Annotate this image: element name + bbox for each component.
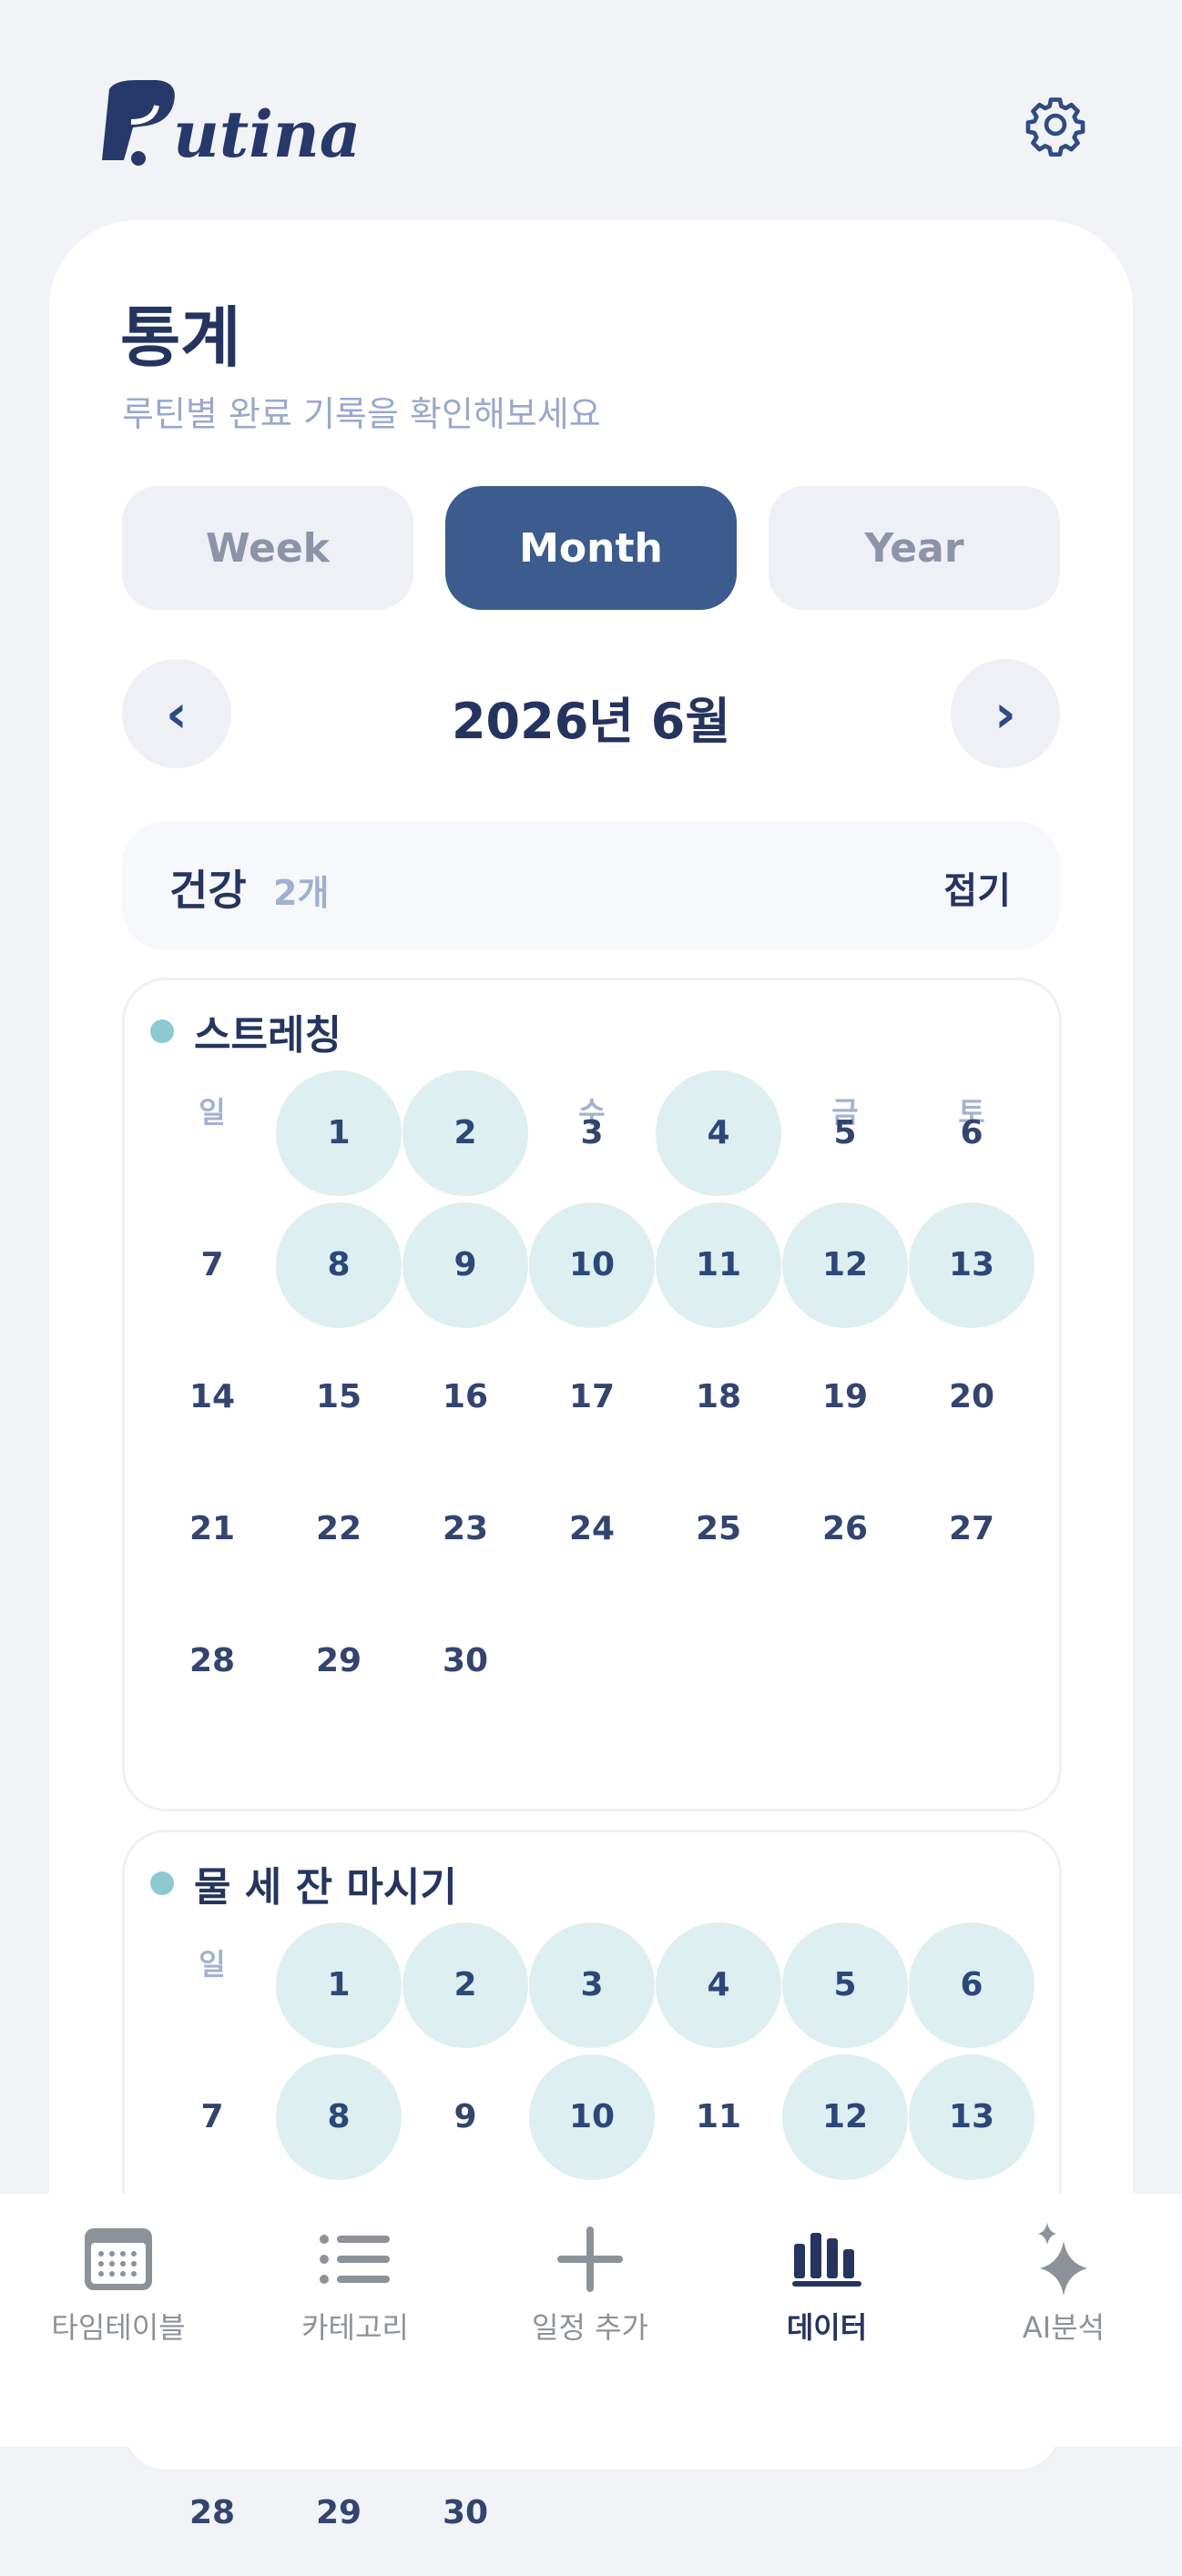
nav-category[interactable]: 카테고리	[264, 2219, 446, 2347]
next-month-button[interactable]: ›	[951, 659, 1060, 768]
tab-week[interactable]: Week	[122, 486, 413, 610]
calendar-day-completed[interactable]: 13	[909, 1202, 1034, 1328]
routine-color-dot	[150, 1019, 174, 1043]
routine-header: 물 세 잔 마시기	[150, 1854, 457, 1912]
calendar-day[interactable]: 11	[656, 2054, 781, 2180]
category-count: 2개	[273, 873, 330, 913]
svg-text:utina: utina	[173, 96, 361, 172]
list-icon	[320, 2235, 390, 2284]
nav-data[interactable]: 데이터	[736, 2219, 918, 2347]
routine-calendar: 스트레칭 일월화수목금토1234567891011121314151617181…	[122, 978, 1062, 1811]
settings-button[interactable]	[1022, 91, 1089, 158]
calendar-day[interactable]: 15	[276, 1334, 402, 1460]
calendar-day[interactable]: 16	[402, 1334, 528, 1460]
sparkle-icon	[1038, 2223, 1087, 2296]
weekday-label: 일	[199, 1095, 226, 1130]
calendar-grid-icon	[85, 2228, 152, 2290]
calendar-day-completed[interactable]: 10	[529, 2054, 655, 2180]
routine-name: 물 세 잔 마시기	[194, 1864, 457, 1911]
calendar-day[interactable]: 6	[909, 1070, 1034, 1196]
nav-label: 카테고리	[301, 2310, 409, 2345]
page-title: 통계	[120, 299, 241, 376]
calendar-day[interactable]: 30	[402, 2450, 528, 2576]
calendar-day[interactable]: 22	[276, 1466, 402, 1592]
calendar-day-completed[interactable]: 10	[529, 1202, 655, 1328]
calendar-day[interactable]: 29	[276, 2450, 402, 2576]
calendar-day[interactable]: 21	[149, 1466, 275, 1592]
tab-month[interactable]: Month	[445, 486, 737, 610]
calendar-day[interactable]: 14	[149, 1334, 275, 1460]
nav-add-schedule[interactable]: 일정 추가	[499, 2219, 681, 2347]
calendar-day-completed[interactable]: 4	[656, 1922, 781, 2048]
stats-panel: 통계 루틴별 완료 기록을 확인해보세요 Week Month Year ‹ 2…	[49, 220, 1133, 2531]
app-logo: utina	[97, 73, 388, 177]
calendar-day[interactable]: 25	[656, 1466, 781, 1592]
routine-header: 스트레칭	[150, 1002, 341, 1060]
calendar-day-completed[interactable]: 1	[276, 1070, 402, 1196]
calendar-day[interactable]: 5	[782, 1070, 908, 1196]
calendar-day[interactable]: 28	[149, 1598, 275, 1724]
calendar-day-completed[interactable]: 13	[909, 2054, 1034, 2180]
calendar-day[interactable]: 19	[782, 1334, 908, 1460]
calendar-day[interactable]: 26	[782, 1466, 908, 1592]
bottom-navigation: 타임테이블 카테고리 일정 추가 데이터 AI분석	[0, 2194, 1182, 2447]
bar-chart-icon	[792, 2233, 861, 2287]
calendar-day-completed[interactable]: 4	[656, 1070, 781, 1196]
gear-icon	[1025, 97, 1085, 157]
calendar-day-completed[interactable]: 12	[782, 1202, 908, 1328]
calendar-day-completed[interactable]: 9	[402, 1202, 528, 1328]
calendar-day[interactable]: 17	[529, 1334, 655, 1460]
calendar-day-completed[interactable]: 8	[276, 2054, 402, 2180]
calendar-day[interactable]: 20	[909, 1334, 1034, 1460]
calendar-day-completed[interactable]: 2	[402, 1922, 528, 2048]
page-subtitle: 루틴별 완료 기록을 확인해보세요	[122, 394, 601, 434]
calendar-day[interactable]: 27	[909, 1466, 1034, 1592]
routine-color-dot	[150, 1871, 174, 1895]
calendar-day[interactable]: 23	[402, 1466, 528, 1592]
calendar-day-completed[interactable]: 5	[782, 1922, 908, 2048]
calendar-day-completed[interactable]: 1	[276, 1922, 402, 2048]
category-header: 건강 2개 접기	[122, 821, 1060, 950]
calendar-day-completed[interactable]: 2	[402, 1070, 528, 1196]
calendar-day[interactable]: 18	[656, 1334, 781, 1460]
plus-icon	[557, 2226, 623, 2292]
calendar-day-completed[interactable]: 8	[276, 1202, 402, 1328]
collapse-button[interactable]: 접기	[943, 861, 1011, 914]
calendar-day-completed[interactable]: 3	[529, 1922, 655, 2048]
nav-ai-analysis[interactable]: AI분석	[973, 2219, 1155, 2347]
category-name: 건강	[169, 866, 247, 915]
nav-timetable[interactable]: 타임테이블	[27, 2219, 209, 2347]
calendar-day[interactable]: 7	[149, 1202, 275, 1328]
calendar-day-completed[interactable]: 12	[782, 2054, 908, 2180]
routine-name: 스트레칭	[194, 1012, 341, 1059]
calendar-day[interactable]: 24	[529, 1466, 655, 1592]
calendar-day[interactable]: 3	[529, 1070, 655, 1196]
calendar-day[interactable]: 7	[149, 2054, 275, 2180]
calendar-day-completed[interactable]: 11	[656, 1202, 781, 1328]
calendar-day-completed[interactable]: 6	[909, 1922, 1034, 2048]
calendar-day[interactable]: 9	[402, 2054, 528, 2180]
nav-label: 일정 추가	[532, 2310, 648, 2345]
calendar-day[interactable]: 29	[276, 1598, 402, 1724]
nav-label: AI분석	[1022, 2310, 1106, 2345]
calendar-day[interactable]: 28	[149, 2450, 275, 2576]
tab-year[interactable]: Year	[769, 486, 1060, 610]
weekday-label: 일	[199, 1947, 226, 1982]
nav-label: 데이터	[786, 2310, 868, 2345]
nav-label: 타임테이블	[51, 2310, 186, 2345]
calendar-day[interactable]: 30	[402, 1598, 528, 1724]
